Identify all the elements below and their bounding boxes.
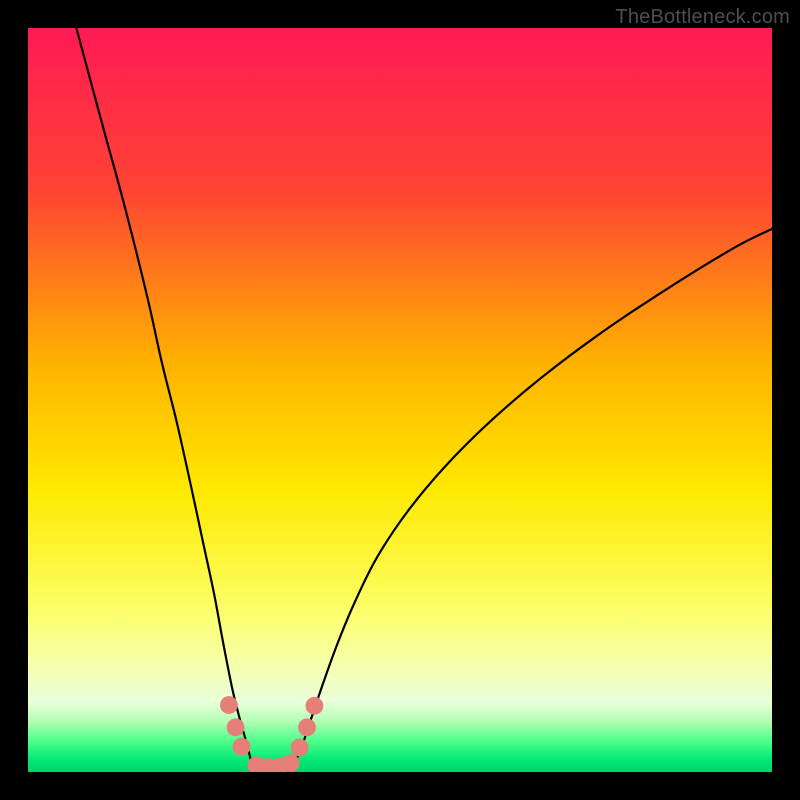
marker-dot: [220, 696, 238, 714]
marker-dot: [282, 754, 300, 772]
plot-area: [28, 28, 772, 772]
watermark-text: TheBottleneck.com: [615, 6, 790, 29]
chart-svg: [28, 28, 772, 772]
gradient-background: [28, 28, 772, 772]
marker-dot: [306, 697, 324, 715]
marker-dot: [233, 738, 251, 756]
marker-dot: [291, 739, 309, 757]
outer-frame: TheBottleneck.com: [0, 0, 800, 800]
marker-dot: [298, 718, 316, 736]
marker-dot: [227, 718, 245, 736]
